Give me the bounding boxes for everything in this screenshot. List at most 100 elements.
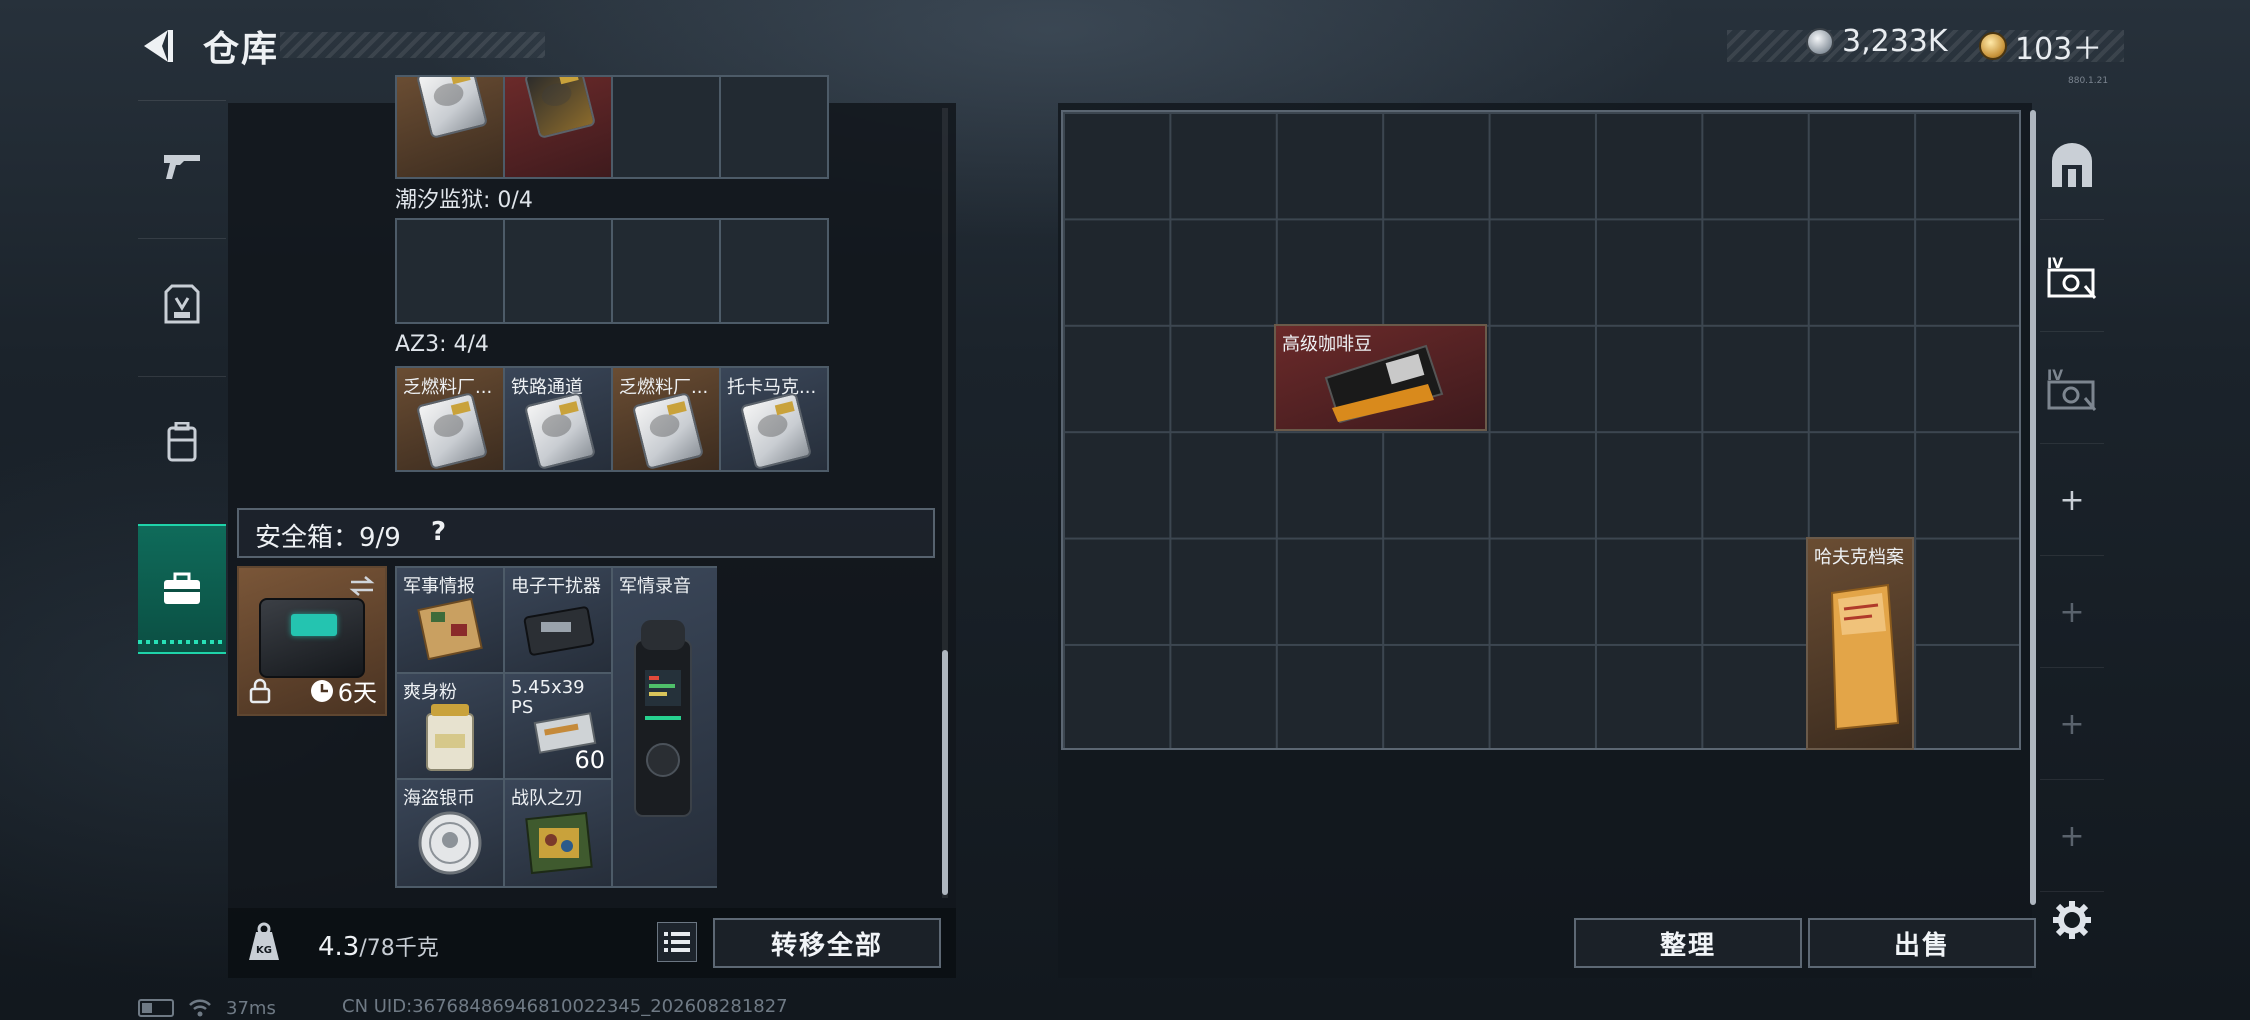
plus-icon: + [2059,707,2085,742]
recorder-device-icon [634,620,692,817]
tab-weapons[interactable] [138,100,226,230]
list-view-button[interactable] [657,922,697,962]
keycard-icon [739,391,813,470]
safe-box-card[interactable]: 6天 [237,566,387,716]
wifi-icon [189,999,211,1017]
key-card-label: 乏燃料厂... [403,377,493,398]
tab-stash-room[interactable] [2040,110,2104,220]
svg-text:KG: KG [256,945,272,956]
key-card-slot[interactable]: 托卡马克... [721,368,827,470]
tab-add-stash[interactable]: + [2040,670,2104,780]
back-button[interactable] [134,22,182,70]
tab-add-stash[interactable]: + [2040,446,2104,556]
key-slot[interactable] [505,220,611,322]
tab-backpack[interactable] [138,376,226,506]
safe-item-team-blade[interactable]: 战队之刃 [505,780,611,886]
keycard-icon [631,391,705,470]
key-slot[interactable] [613,77,719,177]
key-card-slot[interactable]: 乏燃料厂... [397,368,503,470]
key-slot[interactable] [721,77,827,177]
safe-item-intel[interactable]: 军事情报 [397,568,503,672]
swap-icon[interactable] [347,574,377,598]
intel-document-icon [417,598,483,660]
back-arrow-icon [144,30,173,62]
tab-safebox[interactable] [138,524,226,654]
user-uid: CN UID:36768486946810022345_202608281827 [342,996,788,1017]
blade-box-icon [525,811,593,875]
tab-armor[interactable] [138,238,226,368]
gun-icon [164,154,200,179]
stash-iv-icon: IV [2047,368,2097,411]
status-bar: 37ms [138,996,276,1020]
plus-icon: + [2059,483,2085,518]
ammo-count: 60 [574,746,605,774]
weight-display: 4.3/78千克 [318,930,439,962]
safe-item-label: 军事情报 [403,576,475,597]
key-row-top [395,75,829,179]
keycard-icon [415,77,489,140]
section-label-prison: 潮汐监狱: 0/4 [395,188,533,213]
sort-button[interactable]: 整理 [1574,918,1802,968]
safe-item-ammo[interactable]: 5.45x39 PS 60 [505,674,611,778]
version-tag: 880.1.21 [2068,76,2109,86]
key-card-label: 乏燃料厂... [619,377,709,398]
keycard-icon [415,391,489,470]
backpack-icon [167,421,197,461]
currency-silver-value: 3,233K [1842,24,1948,59]
lock-icon [249,678,271,704]
safe-item-pirate-coin[interactable]: 海盗银币 [397,780,503,886]
file-folder-icon [1830,583,1900,731]
transfer-all-button[interactable]: 转移全部 [713,918,941,968]
key-card-label: 铁路通道 [511,377,583,398]
safe-item-label: 海盗银币 [403,788,475,809]
currency-silver[interactable]: 3,233K [1806,24,1948,59]
sell-button[interactable]: 出售 [1808,918,2036,968]
title-decoration [280,32,545,58]
stash-iv-icon: IV [2047,256,2097,299]
stash-item-haavk-file[interactable]: 哈夫克档案 [1806,537,1914,750]
safebox-icon [164,572,200,604]
key-slot[interactable] [721,220,827,322]
tab-add-stash[interactable]: + [2040,782,2104,892]
safe-item-jammer[interactable]: 电子干扰器 [505,568,611,672]
key-card-slot[interactable]: 乏燃料厂... [613,368,719,470]
tab-add-stash[interactable]: + [2040,558,2104,668]
key-row-az3: 乏燃料厂... 铁路通道 乏燃料厂... 托卡马克... [395,366,829,472]
safe-box-timer: 6天 [310,673,377,708]
silver-coin-icon [1806,27,1834,56]
page-title: 仓库 [203,29,280,70]
safe-box-help-button[interactable]: ? [431,517,446,547]
currency-gold[interactable]: 103＋ [1979,24,2102,68]
plus-icon: + [2059,819,2085,854]
key-card-slot[interactable]: 铁路通道 [505,368,611,470]
safe-box-timer-value: 6天 [337,679,377,707]
key-slot[interactable] [613,220,719,322]
gold-coin-icon [1979,32,2007,60]
tab-stash-iv-2[interactable]: IV [2040,334,2104,444]
key-slot[interactable] [505,77,611,177]
key-card-label: 托卡马克... [727,377,817,398]
armor-icon [164,284,200,323]
weight-icon: KG [249,922,279,960]
safe-item-powder[interactable]: 爽身粉 [397,674,503,778]
gear-icon[interactable] [2052,900,2092,940]
jammer-device-icon [523,606,595,656]
stash-scrollbar[interactable] [2030,110,2036,905]
keycard-icon [523,77,597,140]
safe-item-label: 战队之刃 [511,788,583,809]
powder-tin-icon [426,704,474,771]
key-slot[interactable] [397,77,503,177]
stash-tab-bar: IV IV + + + + [2040,110,2104,892]
key-row-prison [395,218,829,324]
room-icon [2052,142,2092,187]
stash-item-coffee-beans[interactable]: 高级咖啡豆 [1274,324,1487,431]
tab-stash-iv-1[interactable]: IV [2040,222,2104,332]
inventory-scroll-thumb[interactable] [942,650,948,895]
safe-item-label: 军情录音 [619,576,691,597]
currency-gold-value: 103＋ [2015,32,2103,67]
safe-item-recording[interactable]: 军情录音 [613,568,717,886]
keycard-icon [523,391,597,470]
section-label-az3: AZ3: 4/4 [395,332,489,357]
ping-value: 37ms [226,997,276,1019]
key-slot[interactable] [397,220,503,322]
